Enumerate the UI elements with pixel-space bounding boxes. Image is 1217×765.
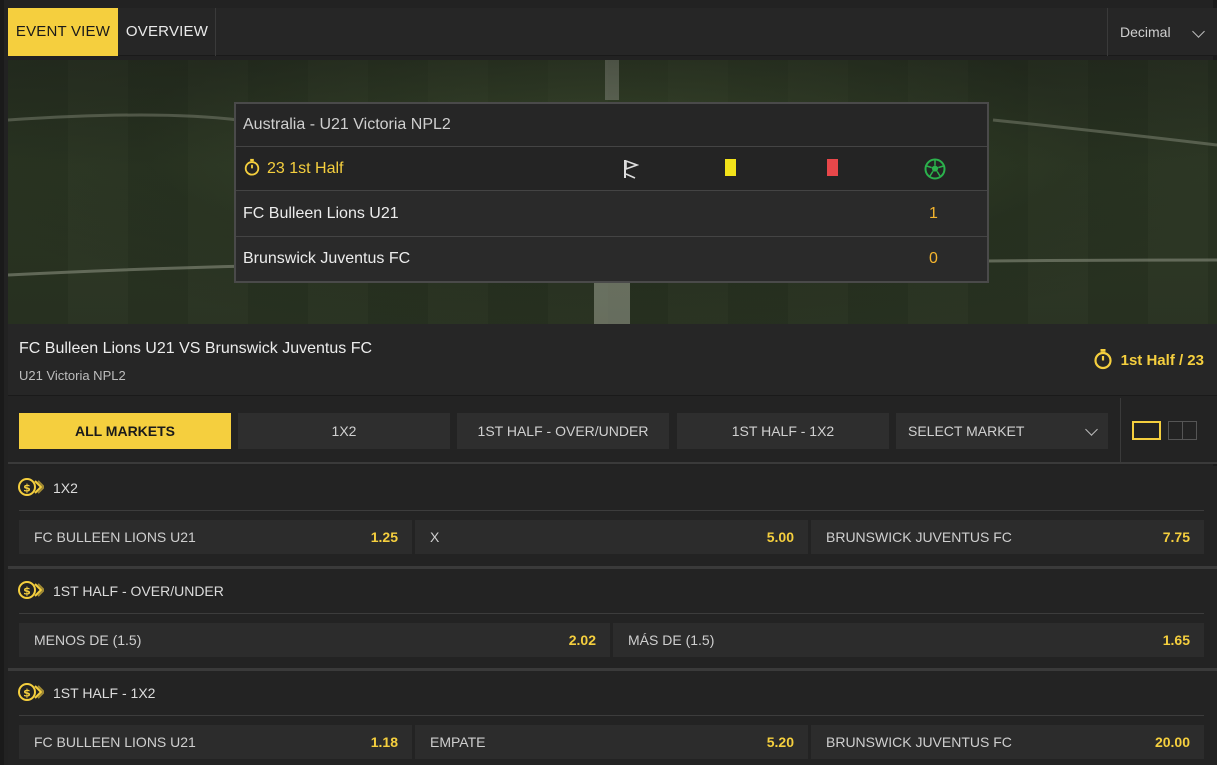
coin-arrow-icon: $ xyxy=(18,581,44,599)
market-divider xyxy=(19,510,1204,511)
scoreboard-status-row: 23 1st Half xyxy=(236,147,987,191)
top-bar: EVENT VIEW OVERVIEW Decimal xyxy=(8,8,1217,56)
away-score: 0 xyxy=(929,250,938,267)
tab-1st-half-1x2[interactable]: 1ST HALF - 1X2 xyxy=(677,413,889,449)
market-header[interactable]: $ 1ST HALF - 1X2 xyxy=(8,671,1217,715)
selection-label: BRUNSWICK JUVENTUS FC xyxy=(826,734,1012,750)
red-card-icon xyxy=(827,159,838,176)
tab-all-markets[interactable]: ALL MARKETS xyxy=(19,413,231,449)
select-market-dropdown[interactable]: SELECT MARKET xyxy=(896,413,1108,449)
selection-odds: 5.00 xyxy=(766,529,794,545)
market-divider xyxy=(19,715,1204,716)
market-header[interactable]: $ 1ST HALF - OVER/UNDER xyxy=(8,569,1217,613)
selection-draw[interactable]: X 5.00 xyxy=(415,520,808,554)
scoreboard-away-row: Brunswick Juventus FC 0 xyxy=(236,237,987,281)
event-page: EVENT VIEW OVERVIEW Decimal Australia - … xyxy=(0,0,1217,765)
single-column-layout-icon[interactable] xyxy=(1132,421,1161,440)
market-header[interactable]: $ 1X2 xyxy=(8,466,1217,510)
svg-text:$: $ xyxy=(23,482,31,495)
selection-odds: 7.75 xyxy=(1162,529,1190,545)
market-1st-half-over-under: $ 1ST HALF - OVER/UNDER MENOS DE (1.5) 2… xyxy=(8,569,1217,671)
scoreboard: Australia - U21 Victoria NPL2 23 1st Hal… xyxy=(234,102,989,283)
match-time-label: 1st Half / 23 xyxy=(1120,352,1204,369)
selection-label: BRUNSWICK JUVENTUS FC xyxy=(826,529,1012,545)
match-title: FC Bulleen Lions U21 VS Brunswick Juvent… xyxy=(19,340,373,357)
selection-home[interactable]: FC BULLEEN LIONS U21 1.18 xyxy=(19,725,412,759)
selection-label: FC BULLEEN LIONS U21 xyxy=(34,529,196,545)
tab-1st-half-over-under[interactable]: 1ST HALF - OVER/UNDER xyxy=(457,413,669,449)
odds-format-value: Decimal xyxy=(1120,24,1171,40)
scoreboard-league: Australia - U21 Victoria NPL2 xyxy=(236,104,987,147)
selection-label: FC BULLEEN LIONS U21 xyxy=(34,734,196,750)
market-tabs: ALL MARKETS 1X2 1ST HALF - OVER/UNDER 1S… xyxy=(8,396,1217,464)
selection-away[interactable]: BRUNSWICK JUVENTUS FC 7.75 xyxy=(811,520,1204,554)
selection-odds: 1.18 xyxy=(370,734,398,750)
svg-text:$: $ xyxy=(23,585,31,598)
away-team-name: Brunswick Juventus FC xyxy=(243,250,411,267)
selection-label: EMPATE xyxy=(430,734,486,750)
match-time: 1st Half / 23 xyxy=(1093,349,1204,370)
home-team-name: FC Bulleen Lions U21 xyxy=(243,205,399,222)
market-name: 1X2 xyxy=(53,480,78,496)
select-market-label: SELECT MARKET xyxy=(908,423,1025,439)
selection-label: X xyxy=(430,529,440,545)
two-column-layout-icon[interactable] xyxy=(1168,421,1197,440)
chevron-down-icon xyxy=(1085,423,1098,436)
market-1x2: $ 1X2 FC BULLEEN LIONS U21 1.25 X 5.00 B… xyxy=(8,466,1217,569)
selection-home[interactable]: FC BULLEEN LIONS U21 1.25 xyxy=(19,520,412,554)
stopwatch-icon xyxy=(1094,349,1112,370)
selection-odds: 1.65 xyxy=(1162,632,1190,648)
svg-text:$: $ xyxy=(23,687,31,700)
tab-1x2[interactable]: 1X2 xyxy=(238,413,450,449)
corner-flag-icon xyxy=(624,159,639,179)
selection-over[interactable]: MÁS DE (1.5) 1.65 xyxy=(613,623,1204,657)
coin-arrow-icon: $ xyxy=(18,478,44,496)
home-score: 1 xyxy=(929,205,938,222)
selection-away[interactable]: BRUNSWICK JUVENTUS FC 20.00 xyxy=(811,725,1204,759)
selection-label: MÁS DE (1.5) xyxy=(628,632,715,648)
tab-overview[interactable]: OVERVIEW xyxy=(118,8,216,56)
selection-odds: 1.25 xyxy=(370,529,398,545)
selection-odds: 20.00 xyxy=(1154,734,1190,750)
tab-event-view[interactable]: EVENT VIEW xyxy=(8,8,118,56)
match-header: FC Bulleen Lions U21 VS Brunswick Juvent… xyxy=(8,324,1217,396)
yellow-card-icon xyxy=(725,159,736,176)
scoreboard-home-row: FC Bulleen Lions U21 1 xyxy=(236,191,987,237)
match-clock: 23 1st Half xyxy=(267,160,344,177)
selection-under[interactable]: MENOS DE (1.5) 2.02 xyxy=(19,623,610,657)
market-divider xyxy=(19,613,1204,614)
tab-divider xyxy=(215,8,216,56)
market-1st-half-1x2: $ 1ST HALF - 1X2 FC BULLEEN LIONS U21 1.… xyxy=(8,671,1217,765)
coin-arrow-icon: $ xyxy=(18,683,44,701)
market-name: 1ST HALF - 1X2 xyxy=(53,685,156,701)
tabs-divider xyxy=(1120,398,1121,462)
selection-label: MENOS DE (1.5) xyxy=(34,632,142,648)
match-competition: U21 Victoria NPL2 xyxy=(19,368,126,383)
selection-odds: 2.02 xyxy=(568,632,596,648)
market-name: 1ST HALF - OVER/UNDER xyxy=(53,583,224,599)
selection-draw[interactable]: EMPATE 5.20 xyxy=(415,725,808,759)
soccer-ball-icon xyxy=(924,158,946,180)
stopwatch-icon xyxy=(244,159,260,176)
selection-odds: 5.20 xyxy=(766,734,794,750)
odds-format-select[interactable]: Decimal xyxy=(1107,8,1217,56)
chevron-down-icon xyxy=(1192,25,1205,38)
